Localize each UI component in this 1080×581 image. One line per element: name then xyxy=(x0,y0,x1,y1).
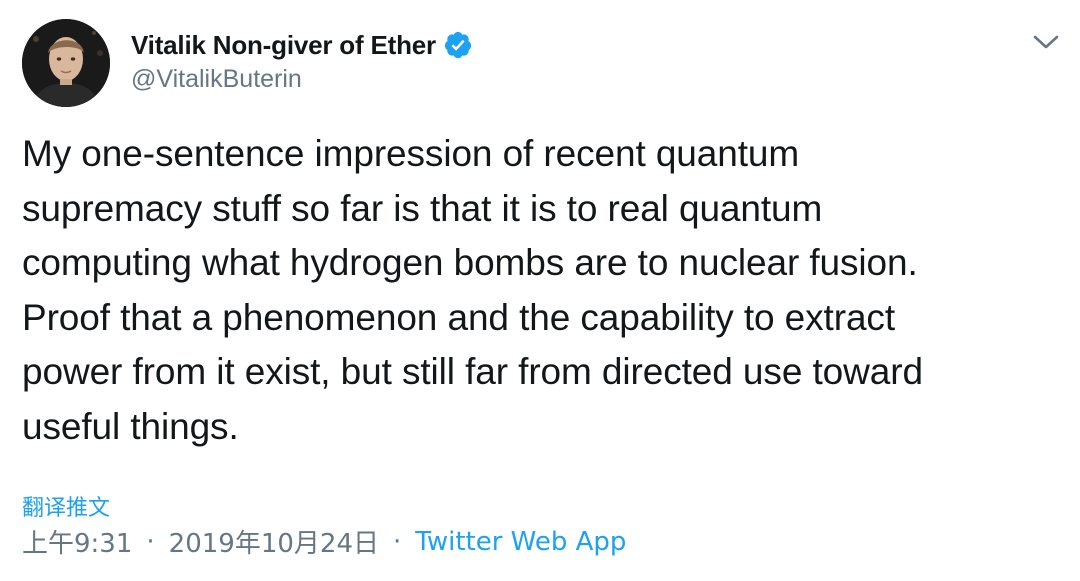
verified-badge-icon xyxy=(443,30,473,60)
avatar[interactable] xyxy=(22,19,110,107)
chevron-down-icon[interactable] xyxy=(1030,28,1062,56)
author-block: Vitalik Non-giver of Ether @VitalikButer… xyxy=(131,28,473,94)
separator-dot: · xyxy=(146,526,155,557)
translate-tweet-link[interactable]: 翻译推文 xyxy=(22,490,110,522)
tweet-text: My one-sentence impression of recent qua… xyxy=(22,133,923,447)
tweet-date[interactable]: 2019年10月24日 xyxy=(169,523,379,560)
avatar-image xyxy=(22,19,110,107)
tweet-metadata: 上午9:31 · 2019年10月24日 · Twitter Web App xyxy=(22,523,626,560)
separator-dot: · xyxy=(393,526,402,557)
tweet-source[interactable]: Twitter Web App xyxy=(415,527,626,557)
handle[interactable]: @VitalikButerin xyxy=(131,65,473,94)
display-name[interactable]: Vitalik Non-giver of Ether xyxy=(131,30,436,61)
tweet-time[interactable]: 上午9:31 xyxy=(22,523,132,560)
name-row: Vitalik Non-giver of Ether xyxy=(131,28,473,62)
tweet-card: Vitalik Non-giver of Ether @VitalikButer… xyxy=(0,0,1080,581)
